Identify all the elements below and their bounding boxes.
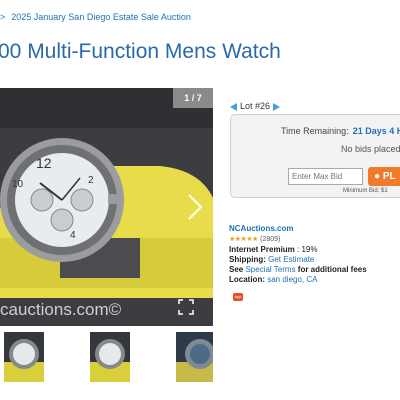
app-badge-icon[interactable]: app bbox=[233, 293, 243, 301]
time-remaining-value: 21 Days 4 H bbox=[352, 126, 400, 136]
place-bid-label: PL bbox=[382, 171, 396, 182]
chevron-right-icon bbox=[188, 194, 203, 220]
location-value[interactable]: san diego, CA bbox=[267, 275, 317, 284]
time-remaining-label: Time Remaining: bbox=[281, 126, 349, 136]
svg-text:10: 10 bbox=[12, 179, 24, 190]
premium-value: : 19% bbox=[297, 245, 318, 254]
bid-panel: Time Remaining: 21 Days 4 H No bids place… bbox=[230, 114, 400, 198]
place-bid-icon: ● bbox=[374, 171, 383, 182]
rating-count[interactable]: (2809) bbox=[260, 236, 280, 243]
time-remaining: Time Remaining: 21 Days 4 H bbox=[281, 126, 400, 136]
max-bid-input[interactable] bbox=[288, 168, 363, 185]
breadcrumb-auction-link[interactable]: 2025 January San Diego Estate Sale Aucti… bbox=[11, 12, 191, 22]
terms-prefix: See bbox=[229, 265, 244, 274]
expand-icon bbox=[178, 299, 194, 315]
next-image-button[interactable] bbox=[184, 192, 206, 222]
lot-navigation: Lot #26 bbox=[230, 101, 281, 111]
fullscreen-button[interactable] bbox=[178, 299, 194, 315]
previous-lot-icon[interactable] bbox=[230, 102, 237, 111]
svg-text:4: 4 bbox=[70, 230, 76, 241]
rating-stars-icon: ★★★★★ bbox=[229, 236, 258, 243]
bid-status: No bids placed bbox=[341, 144, 400, 154]
svg-text:12: 12 bbox=[36, 155, 52, 171]
thumbnail[interactable] bbox=[176, 332, 213, 382]
svg-text:2: 2 bbox=[88, 175, 94, 186]
page-title: 00 Multi-Function Mens Watch bbox=[0, 40, 281, 63]
breadcrumb: >2025 January San Diego Estate Sale Auct… bbox=[0, 12, 191, 22]
lot-number: Lot #26 bbox=[240, 101, 271, 111]
terms-suffix: for additional fees bbox=[297, 265, 367, 274]
main-watch-image[interactable]: 12 2 10 4 bbox=[0, 88, 213, 326]
premium-label: Internet Premium bbox=[229, 245, 295, 254]
breadcrumb-separator: > bbox=[0, 12, 6, 22]
minimum-bid: Minimum Bid: $1 bbox=[343, 188, 388, 194]
next-lot-icon[interactable] bbox=[273, 102, 281, 111]
seller-info: NCAuctions.com ★★★★★ (2809) Internet Pre… bbox=[229, 224, 400, 285]
thumbnail[interactable] bbox=[4, 332, 44, 382]
seller-site-link[interactable]: NCAuctions.com bbox=[229, 224, 293, 233]
image-watermark: cauctions.com© bbox=[0, 300, 122, 319]
location-label: Location: bbox=[229, 275, 265, 284]
image-counter: 1 / 7 bbox=[173, 88, 213, 108]
thumbnail-strip bbox=[0, 332, 213, 386]
shipping-estimate-link[interactable]: Get Estimate bbox=[268, 255, 314, 264]
thumbnail[interactable] bbox=[90, 332, 130, 382]
place-bid-button[interactable]: ● PL bbox=[368, 167, 400, 186]
shipping-label: Shipping: bbox=[229, 255, 266, 264]
special-terms-link[interactable]: Special Terms bbox=[245, 265, 295, 274]
